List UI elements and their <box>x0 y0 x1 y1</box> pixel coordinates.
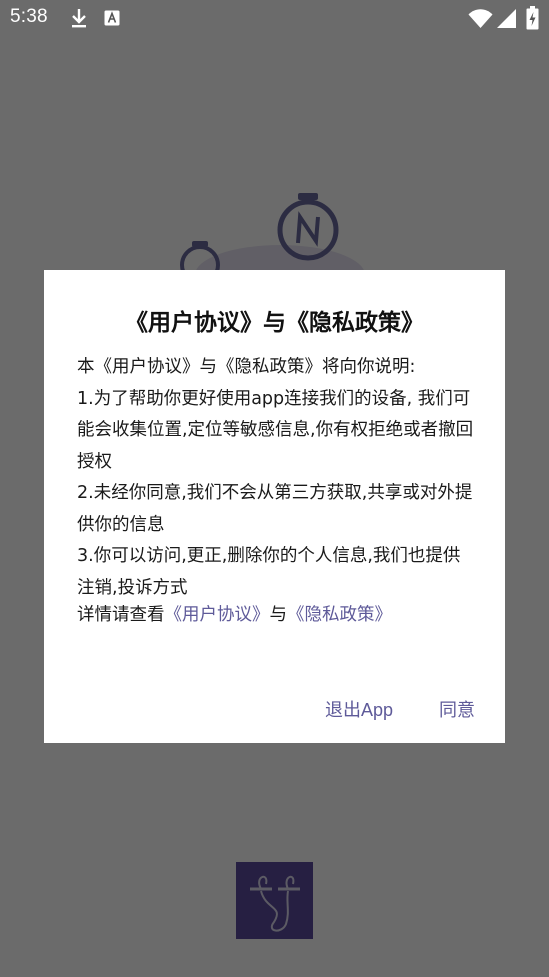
wifi-icon <box>468 9 493 28</box>
agree-button[interactable]: 同意 <box>439 696 475 722</box>
details-joiner: 与 <box>269 605 288 625</box>
signal-icon <box>497 9 516 28</box>
dialog-point-3: 3.你可以访问,更正,删除你的个人信息,我们也提供注销,投诉方式 <box>77 546 461 598</box>
dialog-intro: 本《用户协议》与《隐私政策》将向你说明: <box>77 357 416 377</box>
exit-app-button[interactable]: 退出App <box>325 696 393 722</box>
dialog-details-line: 详情请查看《用户协议》与《隐私政策》 <box>77 600 477 632</box>
user-agreement-link[interactable]: 《用户协议》 <box>165 605 270 625</box>
dialog-point-2: 2.未经你同意,我们不会从第三方获取,共享或对外提供你的信息 <box>77 483 473 535</box>
status-time: 5:38 <box>10 6 48 27</box>
privacy-policy-link[interactable]: 《隐私政策》 <box>287 605 392 625</box>
privacy-consent-dialog: 《用户协议》与《隐私政策》 本《用户协议》与《隐私政策》将向你说明: 1.为了帮… <box>44 270 505 743</box>
battery-charging-icon <box>526 6 539 30</box>
status-bar: 5:38 <box>0 0 549 38</box>
keyboard-a-icon <box>104 10 120 26</box>
download-icon <box>72 9 86 28</box>
dialog-actions: 退出App 同意 <box>325 696 475 722</box>
dialog-title: 《用户协议》与《隐私政策》 <box>125 310 424 336</box>
dialog-body: 本《用户协议》与《隐私政策》将向你说明: 1.为了帮助你更好使用app连接我们的… <box>77 352 477 632</box>
details-prefix: 详情请查看 <box>77 605 165 625</box>
dialog-point-1: 1.为了帮助你更好使用app连接我们的设备, 我们可能会收集位置,定位等敏感信息… <box>77 388 474 472</box>
